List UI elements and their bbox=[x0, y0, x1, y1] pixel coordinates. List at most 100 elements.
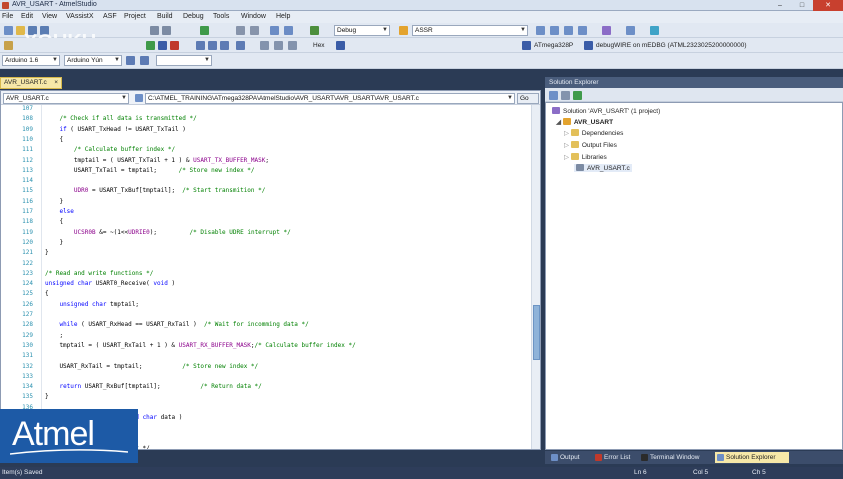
output-icon[interactable] bbox=[578, 26, 587, 35]
tab-solution-explorer[interactable]: Solution Explorer bbox=[715, 452, 789, 463]
registers-icon[interactable] bbox=[288, 41, 297, 50]
collapse-icon[interactable]: ◢ bbox=[556, 119, 561, 126]
configuration-select[interactable]: Debug ▼ bbox=[334, 25, 390, 36]
line-number: 112 bbox=[22, 156, 33, 164]
tree-solution[interactable]: Solution 'AVR_USART' (1 project) bbox=[552, 107, 660, 115]
menu-vassistx[interactable]: VAssistX bbox=[66, 13, 94, 20]
tree-item-output-files[interactable]: ▷ Output Files bbox=[564, 141, 617, 149]
menu-build[interactable]: Build bbox=[157, 13, 173, 20]
device-icon bbox=[522, 41, 531, 50]
device-programming-icon[interactable] bbox=[270, 26, 279, 35]
board-select[interactable]: Arduino 1.6 ▼ bbox=[2, 55, 60, 66]
help-icon[interactable] bbox=[650, 26, 659, 35]
tab-output[interactable]: Output bbox=[549, 452, 589, 463]
tree-item-avr-usart-c[interactable]: AVR_USART.c bbox=[574, 164, 632, 172]
line-number: 118 bbox=[22, 218, 33, 226]
menu-asf[interactable]: ASF bbox=[103, 13, 117, 20]
menu-tools[interactable]: Tools bbox=[213, 13, 229, 20]
undo-icon[interactable] bbox=[150, 26, 159, 35]
find-icon[interactable] bbox=[284, 26, 293, 35]
show-all-files-icon[interactable] bbox=[561, 91, 570, 100]
menu-help[interactable]: Help bbox=[276, 13, 290, 20]
app-icon bbox=[2, 2, 9, 9]
serial-monitor-icon[interactable] bbox=[140, 56, 149, 65]
code-text: else bbox=[59, 208, 74, 215]
menu-project[interactable]: Project bbox=[124, 13, 146, 20]
atmel-logo: Atmel bbox=[0, 409, 138, 463]
step-out-icon[interactable] bbox=[220, 41, 229, 50]
minimize-button[interactable]: – bbox=[769, 0, 791, 11]
go-button[interactable]: Go bbox=[517, 93, 539, 104]
new-project-icon[interactable] bbox=[4, 26, 13, 35]
step-into-icon[interactable] bbox=[196, 41, 205, 50]
run-to-cursor-icon[interactable] bbox=[236, 41, 245, 50]
line-number: 111 bbox=[22, 146, 33, 154]
menu-debug[interactable]: Debug bbox=[183, 13, 204, 20]
expand-icon[interactable]: ▷ bbox=[564, 154, 569, 161]
tab-terminal-window[interactable]: Terminal Window bbox=[639, 452, 713, 463]
code-text: } bbox=[45, 393, 49, 401]
document-tab-avr-usart[interactable]: AVR_USART.c × bbox=[0, 77, 62, 89]
tree-item-libraries[interactable]: ▷ Libraries bbox=[564, 153, 607, 161]
rebuild-icon[interactable] bbox=[250, 26, 259, 35]
menu-bar: File Edit View VAssistX ASF Project Buil… bbox=[0, 11, 843, 23]
program-icon[interactable] bbox=[4, 41, 13, 50]
code-text: unsigned char USART0_Receive( void ) bbox=[45, 280, 176, 288]
properties-icon[interactable] bbox=[550, 26, 559, 35]
expand-icon[interactable]: ▷ bbox=[564, 130, 569, 137]
close-tab-icon[interactable]: × bbox=[54, 78, 58, 88]
stop-debugging-icon[interactable] bbox=[170, 41, 179, 50]
search-icon[interactable] bbox=[399, 26, 408, 35]
code-area[interactable]: 107 108 /* Check if all data is transmitt… bbox=[1, 105, 531, 449]
scrollbar-thumb[interactable] bbox=[533, 305, 540, 360]
chip-icon[interactable] bbox=[336, 41, 345, 50]
tree-project[interactable]: ◢ AVR_USART bbox=[556, 118, 613, 126]
upload-icon[interactable] bbox=[126, 56, 135, 65]
line-number: 115 bbox=[22, 187, 33, 195]
solution-explorer-toolbar bbox=[545, 88, 843, 102]
status-bar: Item(s) Saved Ln 6 Col 5 Ch 5 bbox=[0, 467, 843, 479]
search-value: ASSR bbox=[415, 27, 433, 34]
layout-icon[interactable] bbox=[626, 26, 635, 35]
continue-icon[interactable] bbox=[146, 41, 155, 50]
vertical-scrollbar[interactable] bbox=[531, 105, 540, 449]
memory-icon[interactable] bbox=[274, 41, 283, 50]
play-icon[interactable] bbox=[310, 26, 319, 35]
properties-icon[interactable] bbox=[549, 91, 558, 100]
break-all-icon[interactable] bbox=[158, 41, 167, 50]
step-over-icon[interactable] bbox=[208, 41, 217, 50]
menu-window[interactable]: Window bbox=[241, 13, 266, 20]
toolbox-icon[interactable] bbox=[564, 26, 573, 35]
menu-edit[interactable]: Edit bbox=[21, 13, 33, 20]
hex-toggle[interactable]: Hex bbox=[313, 42, 325, 49]
watch-icon[interactable] bbox=[260, 41, 269, 50]
code-text: { bbox=[45, 218, 64, 226]
close-button[interactable]: ✕ bbox=[813, 0, 843, 11]
solution-explorer-icon[interactable] bbox=[536, 26, 545, 35]
device-label[interactable]: ATmega328P bbox=[534, 42, 573, 49]
code-text: ; bbox=[45, 331, 64, 339]
scope-select[interactable]: AVR_USART.c ▼ bbox=[3, 93, 129, 104]
search-combo[interactable]: ASSR ▼ bbox=[412, 25, 528, 36]
debugger-label[interactable]: debugWIRE on mEDBG (ATML2323025200000000… bbox=[596, 42, 747, 49]
extra-select[interactable]: ▼ bbox=[156, 55, 212, 66]
menu-view[interactable]: View bbox=[42, 13, 57, 20]
port-select[interactable]: Arduino Yún ▼ bbox=[64, 55, 122, 66]
menu-file[interactable]: File bbox=[2, 13, 13, 20]
maximize-button[interactable]: □ bbox=[791, 0, 813, 11]
code-editor: AVR_USART.c ▼ C:\ATMEL_TRAINING\ATmega328… bbox=[0, 90, 541, 450]
tab-error-list[interactable]: Error List bbox=[593, 452, 637, 463]
chevron-down-icon: ▼ bbox=[520, 27, 526, 33]
expand-icon[interactable]: ▷ bbox=[564, 142, 569, 149]
line-number: 122 bbox=[22, 259, 33, 267]
extensions-icon[interactable] bbox=[602, 26, 611, 35]
build-icon[interactable] bbox=[236, 26, 245, 35]
folder-icon bbox=[570, 141, 579, 148]
error-list-icon bbox=[595, 454, 602, 461]
tree-item-dependencies[interactable]: ▷ Dependencies bbox=[564, 129, 623, 137]
file-path-select[interactable]: C:\ATMEL_TRAINING\ATmega328PA\AtmelStudi… bbox=[145, 93, 515, 104]
refresh-icon[interactable] bbox=[573, 91, 582, 100]
redo-icon[interactable] bbox=[162, 26, 171, 35]
chevron-down-icon: ▼ bbox=[114, 57, 120, 63]
start-debugging-icon[interactable] bbox=[200, 26, 209, 35]
